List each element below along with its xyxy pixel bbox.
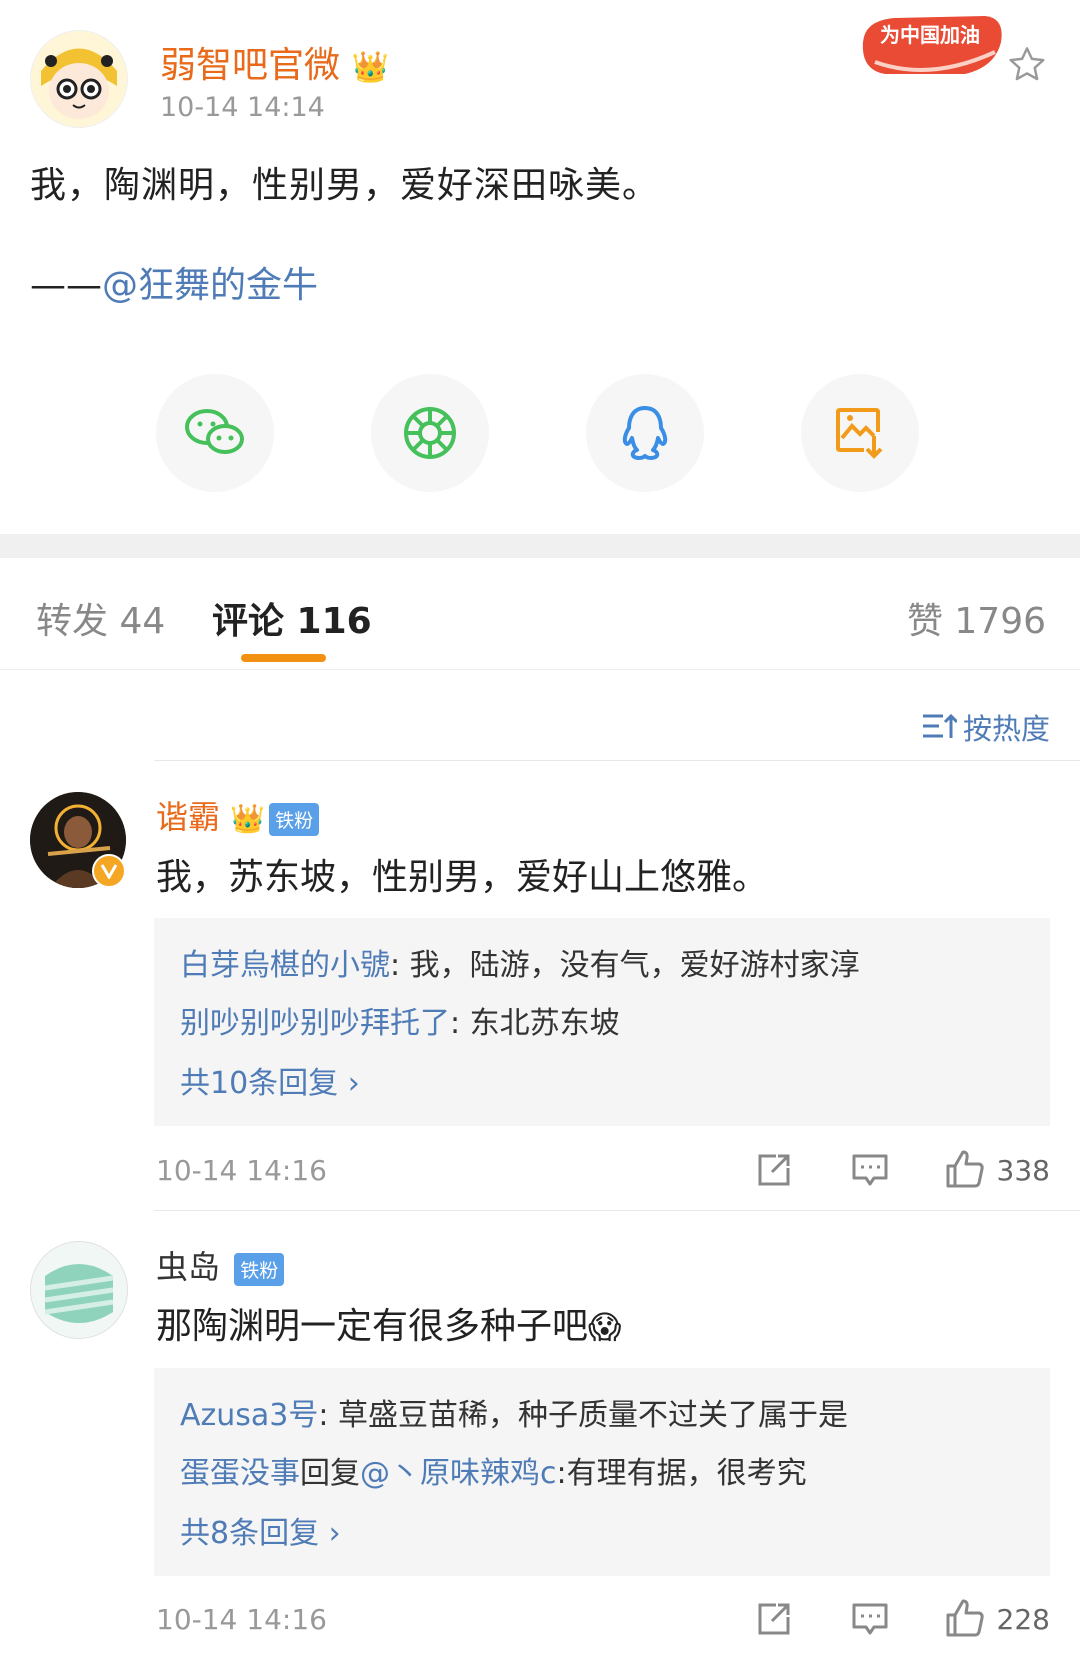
qq-icon xyxy=(622,406,668,460)
crown-icon: 👑 xyxy=(351,50,389,85)
save-image-icon xyxy=(836,408,883,459)
comment-avatar[interactable] xyxy=(30,1241,128,1339)
like-icon[interactable] xyxy=(944,1597,984,1637)
wechat-icon xyxy=(185,409,244,454)
post-author-avatar[interactable] xyxy=(30,30,128,128)
like-icon[interactable] xyxy=(944,1148,984,1188)
repost-icon[interactable] xyxy=(754,1150,794,1190)
shocked-emoji-icon: 😱 xyxy=(588,1308,622,1346)
tab-comments[interactable]: 评论 116 xyxy=(212,592,372,644)
reply-item[interactable]: Azusa3号: 草盛豆苗稀，种子质量不过关了属于是 xyxy=(180,1390,848,1434)
sort-label: 按热度 xyxy=(962,712,1050,746)
save-image-button[interactable] xyxy=(801,374,919,492)
reply-text: : 草盛豆苗稀，种子质量不过关了属于是 xyxy=(318,1398,849,1433)
moments-icon xyxy=(404,407,456,459)
favorite-star-icon[interactable] xyxy=(1006,44,1048,86)
signature-mention-link[interactable]: @狂舞的金牛 xyxy=(102,265,318,306)
promo-badge[interactable]: 为中国加油 xyxy=(855,12,1005,82)
comment-text: 那陶渊明一定有很多种子吧😱 xyxy=(156,1297,621,1349)
comment-user-name[interactable]: 谐霸 xyxy=(156,798,220,836)
active-tab-indicator xyxy=(241,654,326,662)
comment-divider xyxy=(154,1210,1080,1211)
signature-dash: —— xyxy=(30,265,102,306)
post-author-name-text[interactable]: 弱智吧官微 xyxy=(160,45,340,86)
share-moments-button[interactable] xyxy=(371,374,489,492)
reply-text: :有理有据，很考究 xyxy=(556,1456,807,1491)
share-wechat-button[interactable] xyxy=(156,374,274,492)
post-time: 10-14 14:14 xyxy=(160,92,325,123)
tab-repost[interactable]: 转发 44 xyxy=(36,592,165,644)
reply-item[interactable]: 蛋蛋没事回复@丶原味辣鸡c:有理有据，很考究 xyxy=(180,1448,807,1492)
reply-box[interactable]: Azusa3号: 草盛豆苗稀，种子质量不过关了属于是 蛋蛋没事回复@丶原味辣鸡c… xyxy=(154,1368,1050,1576)
reply-item[interactable]: 别吵别吵别吵拜托了: 东北苏东坡 xyxy=(180,998,620,1042)
like-count: 338 xyxy=(996,1154,1050,1187)
more-replies-link[interactable]: 共8条回复 › xyxy=(180,1508,341,1552)
share-qq-button[interactable] xyxy=(586,374,704,492)
crown-icon: 👑 xyxy=(230,802,266,835)
comment-user-name[interactable]: 虫岛 xyxy=(156,1248,220,1286)
comment-time: 10-14 14:16 xyxy=(156,1154,327,1187)
post-content: 我，陶渊明，性别男，爱好深田咏美。 xyxy=(30,165,660,206)
reply-user[interactable]: Azusa3号 xyxy=(180,1398,318,1433)
tabs-divider xyxy=(0,669,1080,670)
more-replies-link[interactable]: 共10条回复 › xyxy=(180,1058,360,1102)
sort-icon xyxy=(922,713,957,738)
comment-time: 10-14 14:16 xyxy=(156,1603,327,1636)
fan-badge: 铁粉 xyxy=(234,1252,285,1286)
reply-text: : 我，陆游，没有气，爱好游村家淳 xyxy=(390,948,860,983)
post-signature: ——@狂舞的金牛 xyxy=(30,256,318,308)
sort-toggle[interactable]: 按热度 xyxy=(921,706,1050,748)
reply-mention[interactable]: @丶原味辣鸡c xyxy=(360,1456,557,1491)
comment-icon[interactable] xyxy=(850,1599,890,1639)
sort-divider xyxy=(154,760,1080,761)
verified-badge-icon xyxy=(92,854,126,888)
reply-user[interactable]: 蛋蛋没事 xyxy=(180,1456,300,1491)
reply-verb: 回复 xyxy=(300,1456,360,1491)
reply-box[interactable]: 白芽烏椹的小號: 我，陆游，没有气，爱好游村家淳 别吵别吵别吵拜托了: 东北苏东… xyxy=(154,918,1050,1126)
repost-icon[interactable] xyxy=(754,1599,794,1639)
like-count: 228 xyxy=(996,1603,1050,1636)
comment-user[interactable]: 谐霸 👑 铁粉 xyxy=(156,792,320,838)
comment-icon[interactable] xyxy=(850,1150,890,1190)
reply-user[interactable]: 白芽烏椹的小號 xyxy=(180,948,390,983)
comment-text-content: 那陶渊明一定有很多种子吧 xyxy=(156,1306,589,1347)
tab-likes[interactable]: 赞 1796 xyxy=(907,592,1046,644)
reply-text: : 东北苏东坡 xyxy=(450,1006,620,1041)
section-divider xyxy=(0,534,1080,558)
promo-badge-text: 为中国加油 xyxy=(880,23,980,47)
comment-text: 我，苏东坡，性别男，爱好山上悠雅。 xyxy=(156,857,769,898)
reply-user[interactable]: 别吵别吵别吵拜托了 xyxy=(180,1006,450,1041)
post-author-name[interactable]: 弱智吧官微 👑 xyxy=(160,36,389,88)
reply-item[interactable]: 白芽烏椹的小號: 我，陆游，没有气，爱好游村家淳 xyxy=(180,940,860,984)
fan-badge: 铁粉 xyxy=(269,802,320,836)
comment-user[interactable]: 虫岛 铁粉 xyxy=(156,1242,285,1288)
